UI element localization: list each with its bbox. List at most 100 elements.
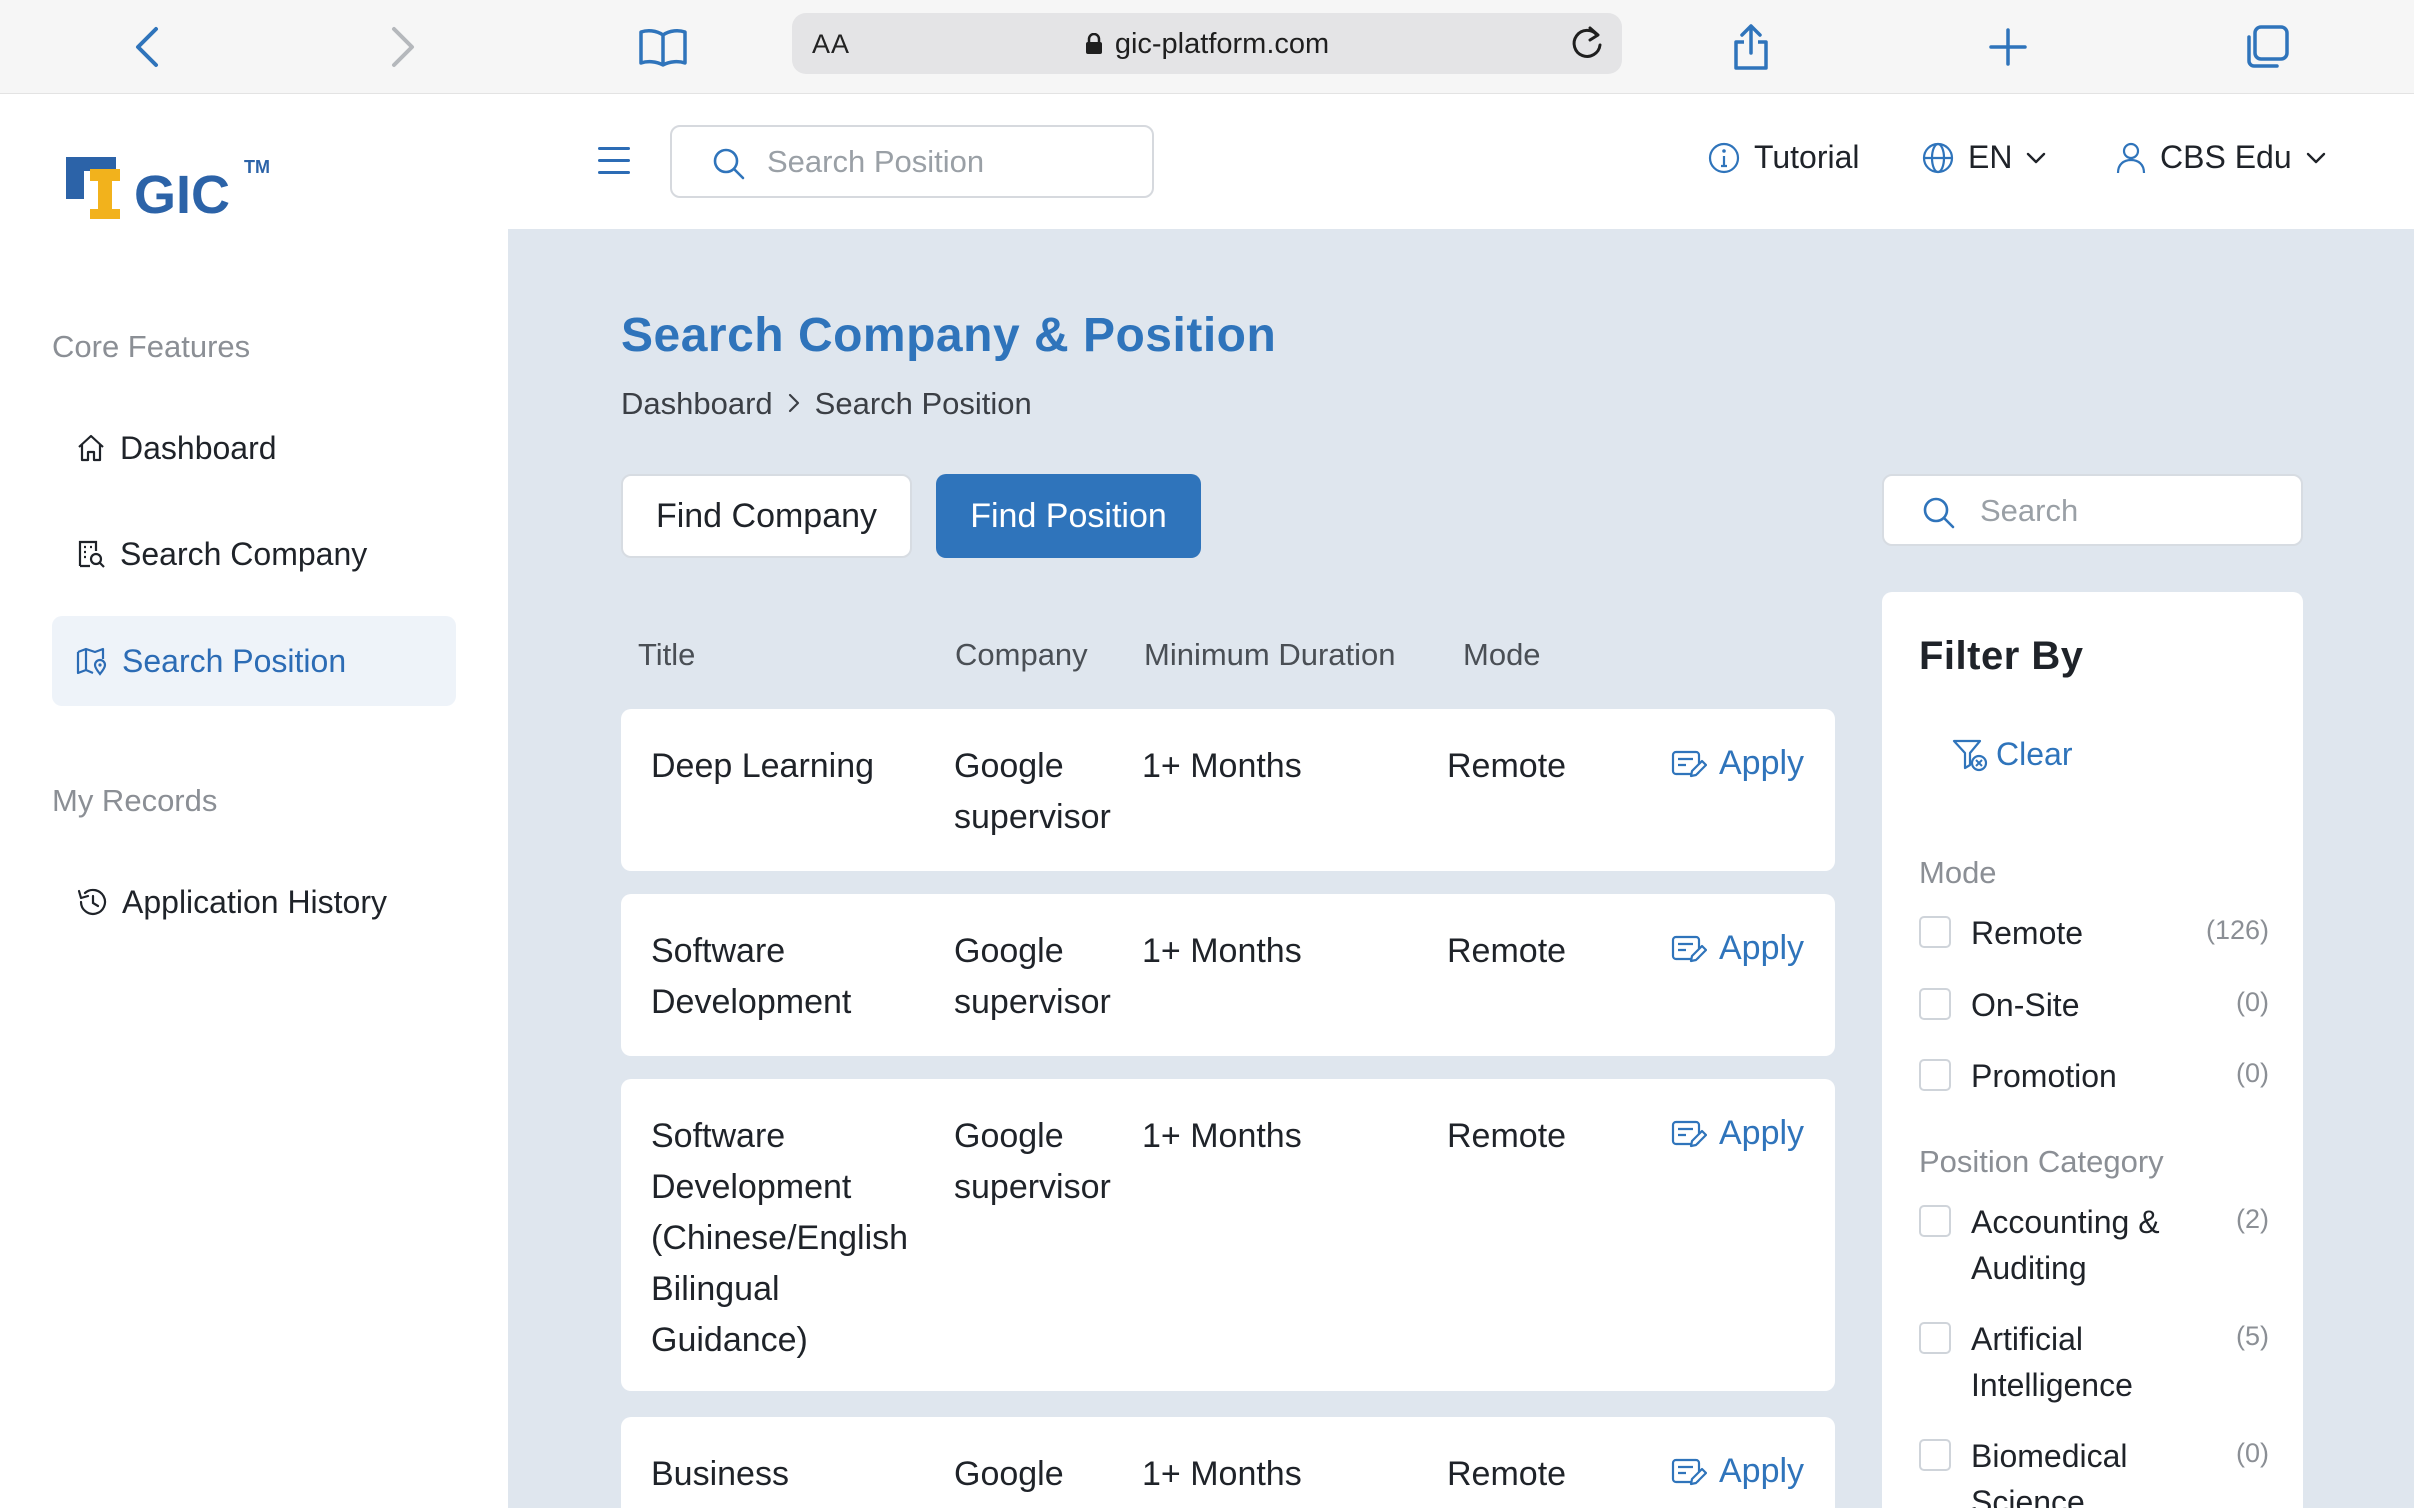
sidebar-item-label: Search Company bbox=[120, 535, 368, 572]
job-mode: Remote bbox=[1447, 1117, 1567, 1155]
tabs-overview-icon[interactable] bbox=[2237, 17, 2297, 77]
filter-option-label: Accounting & Auditing bbox=[1971, 1204, 2160, 1286]
sidebar-item-dashboard[interactable]: Dashboard bbox=[52, 403, 456, 493]
apply-button[interactable]: Apply bbox=[1671, 929, 1804, 968]
filter-clear-icon bbox=[1952, 739, 1988, 771]
job-company: Google supervisor bbox=[954, 1117, 1111, 1206]
page-title: Search Company & Position bbox=[621, 309, 1277, 362]
filter-option-count: (2) bbox=[2236, 1204, 2269, 1234]
job-title: Software Development bbox=[651, 932, 852, 1021]
breadcrumb-dashboard[interactable]: Dashboard bbox=[621, 386, 773, 422]
top-header: Tutorial EN CBS Edu bbox=[508, 95, 2414, 229]
filter-group-position-category: Position Category bbox=[1919, 1144, 2164, 1179]
apply-label: Apply bbox=[1719, 1452, 1805, 1490]
job-duration: 1+ Months bbox=[1142, 1455, 1302, 1493]
checkbox[interactable] bbox=[1919, 1205, 1951, 1237]
chevron-down-icon bbox=[2027, 152, 2046, 163]
lock-icon bbox=[1085, 33, 1102, 54]
filter-option-label: Biomedical Science bbox=[1971, 1438, 2128, 1508]
apply-edit-icon bbox=[1671, 750, 1707, 777]
language-selector[interactable]: EN bbox=[1922, 139, 2046, 176]
table-row: Software Development Google supervisor 1… bbox=[621, 894, 1835, 1056]
logo-text: GIC bbox=[134, 165, 230, 225]
section-label-my-records: My Records bbox=[52, 783, 218, 818]
forward-icon[interactable] bbox=[373, 17, 433, 77]
section-label-core-features: Core Features bbox=[52, 329, 251, 364]
job-mode: Remote bbox=[1447, 1455, 1567, 1493]
tutorial-button[interactable]: Tutorial bbox=[1708, 139, 1860, 176]
column-header-duration: Minimum Duration bbox=[1144, 637, 1396, 672]
sidebar-item-application-history[interactable]: Application History bbox=[52, 857, 456, 947]
filter-panel: Filter By Clear Mode Remote (126) On-Sit… bbox=[1882, 592, 2303, 1508]
table-row: Software Development (Chinese/English Bi… bbox=[621, 1079, 1835, 1391]
tutorial-label: Tutorial bbox=[1754, 139, 1860, 175]
clear-filters-button[interactable]: Clear bbox=[1952, 736, 2072, 773]
filter-search-input[interactable] bbox=[1980, 492, 2280, 530]
filter-option-label: Remote bbox=[1971, 915, 2084, 951]
search-icon bbox=[1923, 497, 1955, 529]
column-header-company: Company bbox=[955, 637, 1088, 672]
url-text: gic-platform.com bbox=[1114, 28, 1330, 60]
browser-toolbar: AA gic-platform.com bbox=[0, 0, 2414, 94]
breadcrumb-current: Search Position bbox=[814, 386, 1032, 421]
tab-find-position[interactable]: Find Position bbox=[936, 474, 1201, 558]
filter-option-count: (5) bbox=[2236, 1321, 2269, 1351]
job-duration: 1+ Months bbox=[1142, 747, 1302, 785]
search-position-input[interactable] bbox=[767, 143, 1137, 181]
bookmarks-icon[interactable] bbox=[633, 17, 693, 77]
column-header-title: Title bbox=[638, 637, 696, 672]
new-tab-icon[interactable] bbox=[1978, 17, 2038, 77]
checkbox[interactable] bbox=[1919, 916, 1951, 948]
job-company: Google supervisor bbox=[954, 932, 1111, 1021]
checkbox[interactable] bbox=[1919, 1439, 1951, 1471]
sidebar-item-label: Search Position bbox=[122, 642, 347, 679]
position-search-box[interactable] bbox=[670, 125, 1154, 198]
apply-edit-icon bbox=[1671, 1458, 1707, 1485]
share-icon[interactable] bbox=[1721, 17, 1781, 77]
filter-search-box[interactable] bbox=[1882, 474, 2303, 546]
filter-option-label: On-Site bbox=[1971, 987, 2080, 1023]
sidebar-item-label: Application History bbox=[122, 883, 387, 920]
job-mode: Remote bbox=[1447, 747, 1567, 785]
back-icon[interactable] bbox=[117, 17, 177, 77]
checkbox[interactable] bbox=[1919, 988, 1951, 1020]
reload-icon[interactable] bbox=[1566, 23, 1608, 65]
job-duration: 1+ Months bbox=[1142, 1117, 1302, 1155]
job-title: Software Development (Chinese/English Bi… bbox=[651, 1117, 909, 1359]
checkbox[interactable] bbox=[1919, 1059, 1951, 1091]
logo-trademark: TM bbox=[244, 157, 270, 177]
building-search-icon bbox=[78, 540, 105, 568]
filter-option-count: (126) bbox=[2205, 915, 2269, 945]
map-pin-icon bbox=[76, 647, 107, 676]
user-label: CBS Edu bbox=[2160, 139, 2292, 175]
apply-button[interactable]: Apply bbox=[1671, 1452, 1804, 1491]
address-bar[interactable]: AA gic-platform.com bbox=[792, 13, 1622, 74]
apply-edit-icon bbox=[1671, 1120, 1707, 1147]
clear-label: Clear bbox=[1996, 736, 2073, 772]
user-menu[interactable]: CBS Edu bbox=[2116, 139, 2326, 176]
filter-option-count: (0) bbox=[2236, 987, 2269, 1017]
chevron-down-icon bbox=[2306, 152, 2325, 163]
globe-icon bbox=[1922, 142, 1954, 173]
job-company: Google bbox=[954, 1455, 1064, 1493]
table-row: Deep Learning Google supervisor 1+ Month… bbox=[621, 709, 1835, 871]
filter-option-label: Artificial Intelligence bbox=[1971, 1321, 2133, 1403]
apply-button[interactable]: Apply bbox=[1671, 744, 1804, 783]
job-company: Google supervisor bbox=[954, 747, 1111, 836]
menu-toggle-icon[interactable] bbox=[598, 147, 630, 175]
gic-logo[interactable]: GIC TM bbox=[62, 151, 282, 231]
sidebar-item-search-company[interactable]: Search Company bbox=[52, 509, 456, 599]
sidebar-item-search-position[interactable]: Search Position bbox=[52, 616, 456, 706]
apply-button[interactable]: Apply bbox=[1671, 1114, 1804, 1153]
sidebar-item-label: Dashboard bbox=[120, 429, 277, 466]
checkbox[interactable] bbox=[1919, 1322, 1951, 1354]
breadcrumb: Dashboard Search Position bbox=[621, 386, 1032, 422]
search-icon bbox=[713, 148, 745, 180]
apply-label: Apply bbox=[1719, 744, 1805, 782]
job-duration: 1+ Months bbox=[1142, 932, 1302, 970]
history-icon bbox=[77, 888, 107, 915]
job-mode: Remote bbox=[1447, 932, 1567, 970]
language-label: EN bbox=[1968, 139, 2013, 175]
filter-group-mode: Mode bbox=[1919, 855, 1997, 890]
tab-find-company[interactable]: Find Company bbox=[621, 474, 912, 558]
